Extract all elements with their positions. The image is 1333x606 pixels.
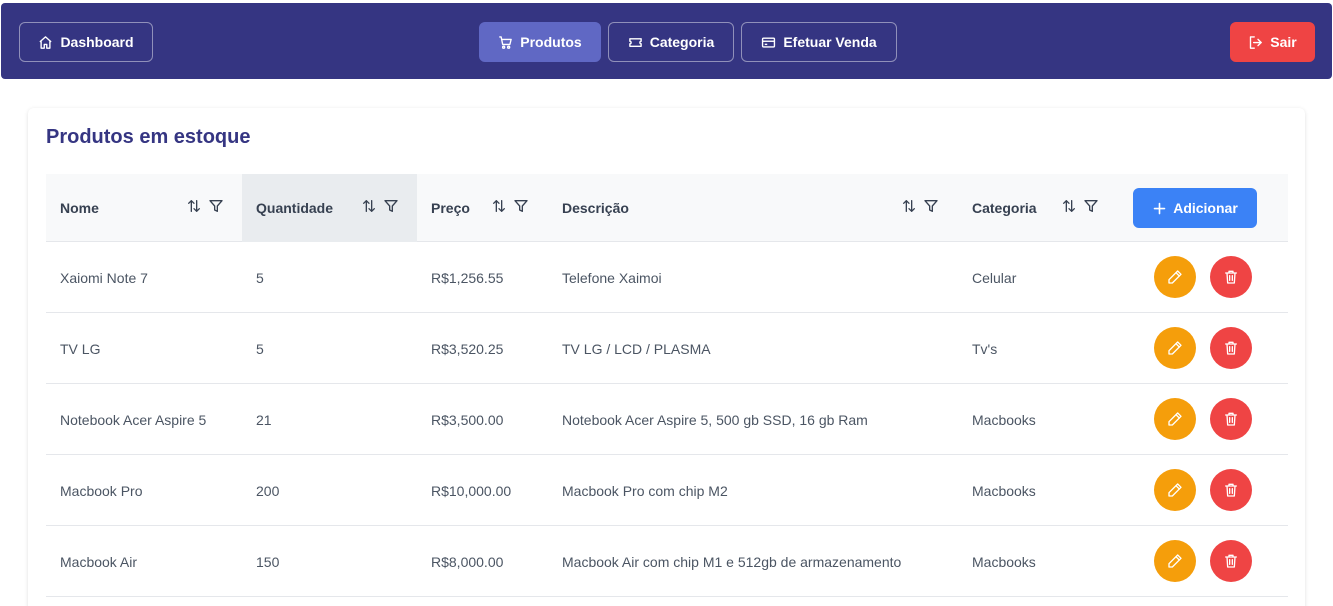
column-header-label: Categoria [972, 200, 1037, 216]
filter-icon[interactable] [1083, 198, 1099, 214]
dashboard-button[interactable]: Dashboard [19, 22, 153, 62]
table-row: Notebook Acer Aspire 5 21 R$3,500.00 Notebo… [46, 384, 1288, 455]
pencil-icon [1168, 412, 1182, 426]
sair-label: Sair [1270, 34, 1297, 50]
home-icon [39, 35, 53, 49]
column-header-label: Preço [431, 200, 470, 216]
cell-quantidade: 5 [256, 340, 264, 357]
sort-icon[interactable] [901, 198, 917, 214]
column-header-label: Nome [60, 200, 99, 216]
delete-button[interactable] [1210, 469, 1252, 511]
trash-icon [1225, 554, 1237, 568]
pencil-icon [1168, 554, 1182, 568]
edit-button[interactable] [1154, 256, 1196, 298]
plus-icon [1153, 202, 1166, 214]
table-header: Nome Quantidade Preço Descrição Categori… [46, 174, 1288, 242]
filter-icon[interactable] [923, 198, 939, 214]
edit-button[interactable] [1154, 469, 1196, 511]
trash-icon [1225, 483, 1237, 497]
logout-icon [1250, 35, 1263, 49]
sort-icon[interactable] [1061, 198, 1077, 214]
trash-icon [1225, 341, 1237, 355]
cell-categoria: Tv's [972, 340, 998, 357]
pencil-icon [1168, 270, 1182, 284]
table-row: Macbook Pro 200 R$10,000.00 Macbook Pro com… [46, 455, 1288, 526]
add-product-label: Adicionar [1173, 200, 1238, 216]
cell-descricao: Notebook Acer Aspire 5, 500 gb SSD, 16 g… [562, 411, 868, 428]
column-header-descricao[interactable]: Descrição [548, 174, 958, 242]
categoria-label: Categoria [649, 34, 715, 50]
trash-icon [1225, 270, 1237, 284]
cell-preco: R$1,256.55 [431, 269, 504, 286]
table-row: TV LG 5 R$3,520.25 TV LG / LCD / PLASMA Tv's [46, 313, 1288, 384]
delete-button[interactable] [1210, 327, 1252, 369]
cell-nome: Macbook Air [60, 553, 138, 570]
cell-categoria: Macbooks [972, 411, 1036, 428]
produtos-label: Produtos [520, 34, 582, 50]
filter-icon[interactable] [513, 198, 529, 214]
cell-descricao: Macbook Pro com chip M2 [562, 482, 728, 499]
delete-button[interactable] [1210, 540, 1252, 582]
table-body: Xaiomi Note 7 5 R$1,256.55 Telefone Xaimoi C… [46, 242, 1288, 597]
top-navbar: Dashboard Produtos Categoria Efetuar Ven… [1, 3, 1332, 79]
cell-preco: R$3,520.25 [431, 340, 504, 357]
column-header-label: Descrição [562, 200, 629, 216]
sort-icon[interactable] [361, 198, 377, 214]
cell-preco: R$8,000.00 [431, 553, 504, 570]
sair-button[interactable]: Sair [1230, 22, 1315, 62]
cell-preco: R$10,000.00 [431, 482, 512, 499]
categoria-button[interactable]: Categoria [608, 22, 734, 62]
filter-icon[interactable] [383, 198, 399, 214]
table-row: Xaiomi Note 7 5 R$1,256.55 Telefone Xaimoi C… [46, 242, 1288, 313]
cell-descricao: Telefone Xaimoi [562, 269, 662, 286]
pencil-icon [1168, 483, 1182, 497]
credit-card-icon [762, 36, 776, 48]
edit-button[interactable] [1154, 540, 1196, 582]
sort-icon[interactable] [186, 198, 202, 214]
cell-nome: Notebook Acer Aspire 5 [60, 411, 207, 428]
table-row: Macbook Air 150 R$8,000.00 Macbook Air com … [46, 526, 1288, 597]
cell-descricao: TV LG / LCD / PLASMA [562, 340, 711, 357]
ticket-icon [628, 37, 642, 47]
products-table: Nome Quantidade Preço Descrição Categori… [46, 174, 1288, 597]
cell-nome: TV LG [60, 340, 101, 357]
delete-button[interactable] [1210, 256, 1252, 298]
efetuar-venda-button[interactable]: Efetuar Venda [741, 22, 897, 62]
trash-icon [1225, 412, 1237, 426]
edit-button[interactable] [1154, 327, 1196, 369]
cart-icon [499, 35, 513, 49]
efetuar-venda-label: Efetuar Venda [783, 34, 877, 50]
cell-quantidade: 200 [256, 482, 280, 499]
cell-categoria: Macbooks [972, 482, 1036, 499]
cell-categoria: Celular [972, 269, 1017, 286]
filter-icon[interactable] [208, 198, 224, 214]
cell-categoria: Macbooks [972, 553, 1036, 570]
sort-icon[interactable] [491, 198, 507, 214]
cell-nome: Macbook Pro [60, 482, 143, 499]
delete-button[interactable] [1210, 398, 1252, 440]
cell-descricao: Macbook Air com chip M1 e 512gb de armaz… [562, 553, 902, 570]
column-header-label: Quantidade [256, 200, 334, 216]
page-title: Produtos em estoque [46, 126, 251, 148]
cell-nome: Xaiomi Note 7 [60, 269, 148, 286]
cell-quantidade: 21 [256, 411, 272, 428]
cell-quantidade: 5 [256, 269, 264, 286]
produtos-button[interactable]: Produtos [479, 22, 601, 62]
cell-quantidade: 150 [256, 553, 280, 570]
add-product-button[interactable]: Adicionar [1133, 188, 1257, 228]
pencil-icon [1168, 341, 1182, 355]
dashboard-label: Dashboard [60, 34, 134, 50]
edit-button[interactable] [1154, 398, 1196, 440]
products-card: Produtos em estoque Nome Quantidade Preç… [28, 108, 1305, 606]
cell-preco: R$3,500.00 [431, 411, 504, 428]
